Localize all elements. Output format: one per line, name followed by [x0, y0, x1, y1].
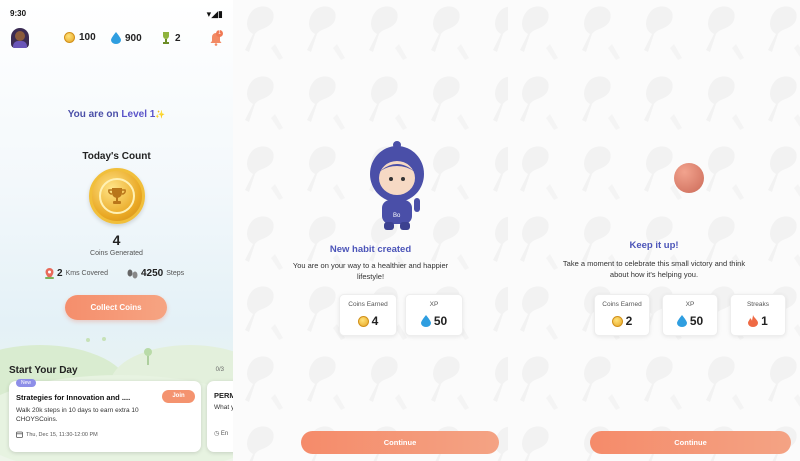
- kms-value: 2: [57, 268, 63, 279]
- drop-icon: [676, 315, 687, 327]
- coins-earned-value: 2: [625, 314, 633, 328]
- challenge-date-text: Thu, Dec 15, 11:30-12:00 PM: [26, 431, 98, 438]
- celebration-orb-icon: [674, 163, 704, 193]
- challenge-description: Walk 20k steps in 10 days to earn extra …: [16, 407, 139, 423]
- location-pin-icon: [45, 268, 54, 279]
- trophies-stat[interactable]: 2: [161, 32, 181, 44]
- habit-created-screen: Bo New habit created You are on your way…: [233, 0, 508, 461]
- today-count-title: Today's Count: [82, 151, 151, 162]
- keep-it-up-screen: Keep it up! Take a moment to celebrate t…: [508, 0, 800, 461]
- challenge-2-description: What you fi: [214, 404, 233, 411]
- coins-generated-label: Coins Generated: [90, 250, 143, 257]
- streaks-label: Streaks: [746, 301, 770, 308]
- coins-earned-label: Coins Earned: [348, 301, 388, 308]
- habit-title: New habit created: [329, 244, 412, 255]
- streaks-value: 1: [761, 314, 768, 328]
- coins-earned-label: Coins Earned: [602, 301, 642, 308]
- notification-badge: 1: [216, 30, 223, 37]
- challenge-2-title: PERM: [214, 391, 233, 400]
- continue-button[interactable]: Continue: [590, 431, 791, 454]
- join-button[interactable]: Join: [162, 390, 195, 403]
- level-prefix: You are on: [67, 109, 122, 120]
- challenge-title: Strategies for Innovation and ....: [16, 393, 131, 402]
- level-label: Level 1: [121, 109, 156, 120]
- trophies-count: 2: [175, 32, 181, 44]
- status-bar: 9:30 ▾◢▮: [10, 9, 223, 19]
- tasks-progress: 0/3: [215, 367, 224, 373]
- coin-icon: [64, 32, 75, 43]
- mascot-illustration: [370, 141, 424, 230]
- challenge-date: Thu, Dec 15, 11:30-12:00 PM: [16, 431, 98, 438]
- xp-label: XP: [429, 301, 439, 308]
- steps-value: 4250: [141, 268, 164, 279]
- clock-icon: ◷: [214, 431, 220, 437]
- xp-value: 50: [433, 314, 448, 328]
- avatar[interactable]: [11, 28, 29, 48]
- coins-earned-tile: Coins Earned 2: [594, 294, 650, 336]
- coins-generated-value: 4: [112, 232, 121, 248]
- mascot-tag: Bo: [393, 213, 401, 219]
- background-pattern: [508, 0, 800, 461]
- status-icons: ▾◢▮: [206, 9, 223, 19]
- coins-stat[interactable]: 100: [64, 32, 96, 43]
- status-time: 9:30: [10, 9, 27, 18]
- steps-label: Steps: [166, 270, 185, 277]
- sparkle-icon: ✨: [155, 110, 166, 119]
- drop-icon: [420, 315, 431, 327]
- flame-icon: [748, 315, 759, 327]
- steps-count: 4250 Steps: [127, 268, 184, 279]
- drop-icon: [111, 32, 121, 44]
- streaks-tile: Streaks 1: [730, 294, 786, 336]
- keepup-subtitle: Take a moment to celebrate this small vi…: [562, 259, 746, 279]
- home-screen: 9:30 ▾◢▮ 100 900 2 1 You are on Level 1✨…: [0, 0, 233, 461]
- kms-label: Kms Covered: [65, 270, 108, 277]
- xp-tile: XP 50: [405, 294, 463, 336]
- habit-subtitle: You are on your way to a healthier and h…: [292, 261, 449, 281]
- challenge-card-2[interactable]: PERM What you fi ◷ En: [207, 381, 233, 452]
- drops-count: 900: [125, 32, 142, 44]
- coins-earned-tile: Coins Earned 4: [339, 294, 397, 336]
- continue-button[interactable]: Continue: [301, 431, 499, 454]
- level-text: You are on Level 1✨: [0, 109, 233, 120]
- coin-icon: [611, 315, 623, 327]
- top-bar: 100 900 2 1: [0, 28, 233, 50]
- xp-tile: XP 50: [662, 294, 718, 336]
- coins-count: 100: [79, 32, 96, 43]
- drops-stat[interactable]: 900: [111, 32, 142, 44]
- challenge-card[interactable]: New Strategies for Innovation and .... J…: [9, 379, 201, 452]
- coins-earned-value: 4: [371, 314, 379, 328]
- xp-value: 50: [689, 314, 704, 328]
- trophy-medal-icon: [89, 168, 145, 224]
- start-your-day-title: Start Your Day: [9, 365, 78, 376]
- footsteps-icon: [127, 269, 138, 278]
- xp-label: XP: [685, 301, 695, 308]
- collect-coins-button[interactable]: Collect Coins: [65, 295, 167, 320]
- new-badge: New: [16, 379, 37, 387]
- kms-covered: 2 Kms Covered: [45, 268, 108, 279]
- coin-icon: [357, 315, 369, 327]
- keepup-title: Keep it up!: [629, 240, 679, 251]
- calendar-icon: [16, 431, 23, 438]
- challenge-2-date-text: En: [220, 431, 229, 437]
- challenge-2-date: ◷ En: [214, 430, 228, 437]
- trophy-icon: [163, 32, 169, 44]
